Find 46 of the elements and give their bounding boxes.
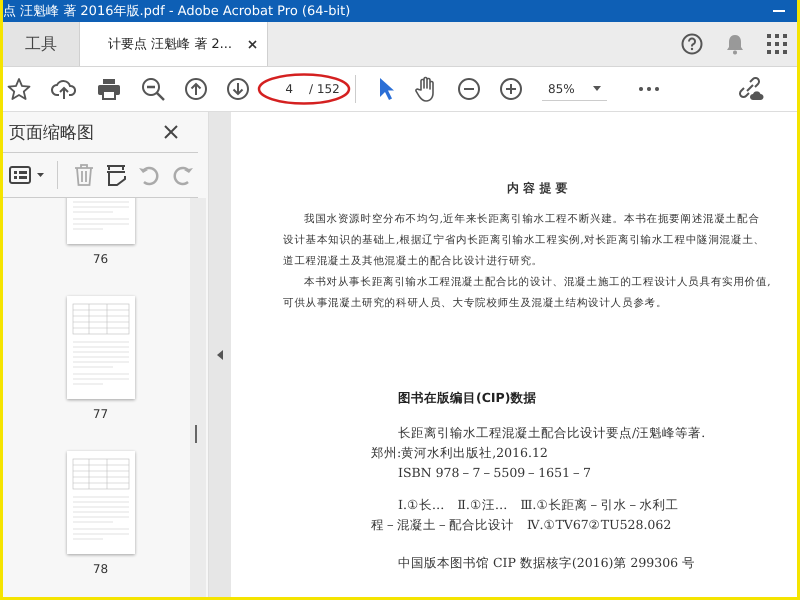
scrollbar[interactable] — [190, 198, 206, 597]
page-number-label: 77 — [92, 407, 108, 421]
more-icon[interactable] — [638, 87, 659, 91]
text-line: 本书对从事长距离引输水工程混凝土配合比的设计、混凝土施工的工程设计人员具有实用价值, — [303, 275, 771, 290]
page-thumbnail[interactable] — [66, 296, 134, 399]
section-heading: 内 容 提 要 — [507, 180, 569, 197]
page-total: / 152 — [309, 82, 340, 96]
close-icon[interactable] — [164, 125, 178, 139]
zoom-in-icon[interactable] — [500, 78, 522, 100]
text-line: 道工程混凝土及其他混凝土的配合比设计进行研究。 — [283, 254, 543, 269]
page-extract-icon[interactable] — [106, 164, 126, 186]
cip-number: 中国版本图书馆 CIP 数据核字(2016)第 299306 号 — [397, 554, 696, 572]
close-icon[interactable] — [248, 40, 258, 48]
pointer-icon[interactable] — [378, 77, 394, 101]
text-line: Ⅰ.①长… Ⅱ.①汪… Ⅲ.①长距离－引水－水利工 — [397, 496, 678, 514]
apps-grid-icon[interactable] — [767, 34, 787, 54]
zoom-dropdown[interactable]: 85% — [542, 78, 607, 100]
caret-icon — [592, 86, 601, 91]
arrow-down-circle-icon[interactable] — [227, 78, 249, 100]
collapse-arrow-icon[interactable] — [217, 350, 223, 360]
page-number-label: 76 — [92, 252, 108, 266]
page-number-field[interactable]: 4 — [267, 82, 293, 96]
text-line: 长距离引输水工程混凝土配合比设计要点/汪魁峰等著. — [397, 424, 706, 442]
print-icon[interactable] — [97, 78, 121, 100]
tab[interactable]: 工具 — [3, 22, 80, 66]
cloud-upload-icon[interactable] — [51, 78, 77, 100]
options-menu-icon[interactable] — [9, 166, 45, 184]
minimize-icon[interactable] — [773, 9, 785, 13]
zoom-out-icon[interactable] — [458, 78, 480, 100]
text-line: ISBN 978－7－5509－1651－7 — [397, 464, 591, 482]
tab[interactable]: 计要点 汪魁峰 著 2... — [80, 22, 268, 66]
cip-heading: 图书在版编目(CIP)数据 — [398, 390, 538, 407]
text-line: 郑州:黄河水利出版社,2016.12 — [371, 444, 548, 462]
arrow-up-circle-icon[interactable] — [185, 78, 207, 100]
star-icon[interactable] — [7, 77, 31, 101]
help-icon[interactable] — [681, 33, 703, 55]
page-number-label: 78 — [92, 562, 108, 576]
panel-title: 页面缩略图 — [9, 122, 94, 144]
page-thumbnail[interactable] — [66, 451, 134, 554]
text-line: 设计基本知识的基础上,根据辽宁省内长距离引输水工程实例,对长距离引输水工程中隧洞混凝土、 — [283, 233, 765, 248]
window-title: 点 汪魁峰 著 2016年版.pdf - Adobe Acrobat Pro (64-bit) — [3, 3, 350, 20]
text-line: 我国水资源时空分布不均匀,近年来长距离引输水工程不断兴建。本书在扼要阐述混凝土配合 — [303, 212, 760, 227]
zoom-out-search-icon[interactable] — [141, 77, 165, 101]
text-line: 可供从事混凝土研究的科研人员、大专院校师生及混凝土结构设计人员参考。 — [283, 296, 668, 311]
link-cloud-icon[interactable] — [737, 77, 765, 101]
text-line: 程－混凝土－配合比设计 Ⅳ.①TV67②TU528.062 — [371, 516, 672, 534]
